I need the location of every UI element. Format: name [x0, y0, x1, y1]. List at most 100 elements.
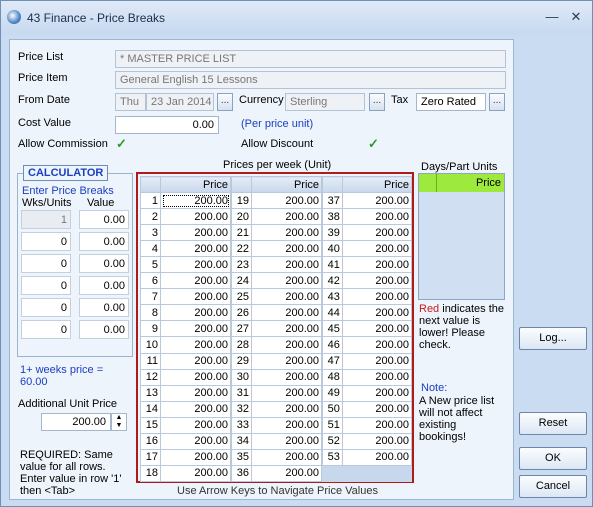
week-number: 13: [140, 384, 161, 402]
week-price-cell[interactable]: 200.00: [341, 224, 413, 242]
week-price-cell[interactable]: 200.00: [160, 400, 231, 418]
grid-row: 2 200.00: [140, 208, 231, 226]
week-price-cell[interactable]: 200.00: [160, 288, 231, 306]
additional-unit-price-label: Additional Unit Price: [18, 398, 118, 410]
week-price-cell[interactable]: 200.00: [341, 272, 413, 290]
week-price-cell[interactable]: 200.00: [160, 224, 231, 242]
minimize-icon[interactable]: —: [543, 9, 561, 25]
week-number: 52: [322, 432, 343, 450]
week-price-cell[interactable]: 200.00: [160, 208, 231, 226]
week-price-cell[interactable]: 200.00: [160, 432, 231, 450]
week-price-cell[interactable]: 200.00: [341, 352, 413, 370]
cancel-button[interactable]: Cancel: [519, 475, 587, 498]
week-price-cell[interactable]: 200.00: [341, 384, 413, 402]
week-price-cell[interactable]: 200.00: [251, 208, 322, 226]
week-price-cell[interactable]: 200.00: [341, 192, 413, 210]
cost-value-field[interactable]: 0.00: [115, 116, 219, 134]
week-price-cell[interactable]: 200.00: [251, 352, 322, 370]
from-date-label: From Date: [18, 94, 70, 106]
week-price-cell[interactable]: 200.00: [160, 240, 231, 258]
week-price-cell[interactable]: 200.00: [251, 448, 322, 466]
week-price-cell[interactable]: 200.00: [160, 384, 231, 402]
week-price-cell[interactable]: 200.00: [251, 240, 322, 258]
grid-row: 47 200.00: [322, 352, 413, 370]
week-price-cell[interactable]: 200.00: [251, 256, 322, 274]
week-price-cell[interactable]: 200.00: [251, 320, 322, 338]
calculator-value-cell[interactable]: 0.00: [79, 320, 129, 339]
week-price-cell[interactable]: 200.00: [251, 272, 322, 290]
week-price-cell[interactable]: 200.00: [251, 192, 322, 210]
week-price-cell[interactable]: 200.00: [160, 368, 231, 386]
grid-navigation-hint: Use Arrow Keys to Navigate Price Values: [177, 485, 378, 497]
calculator-value-cell[interactable]: 0.00: [79, 232, 129, 251]
grid-row: 32 200.00: [231, 400, 322, 418]
grid-row: 42 200.00: [322, 272, 413, 290]
week-price-cell[interactable]: 200.00: [160, 352, 231, 370]
week-price-cell[interactable]: 200.00: [341, 240, 413, 258]
week-price-cell[interactable]: 200.00: [341, 400, 413, 418]
week-price-cell[interactable]: 200.00: [341, 416, 413, 434]
allow-discount-checkbox[interactable]: ✓: [368, 137, 381, 151]
week-price-cell[interactable]: 200.00: [341, 256, 413, 274]
calculator-weeks-cell[interactable]: 0: [21, 254, 71, 273]
calculator-weeks-cell[interactable]: 0: [21, 232, 71, 251]
week-price-cell[interactable]: 200.00: [341, 448, 413, 466]
week-price-cell[interactable]: 200.00: [160, 336, 231, 354]
from-date-field[interactable]: 23 Jan 2014: [146, 93, 214, 111]
week-price-cell[interactable]: 200.00: [251, 368, 322, 386]
week-price-cell[interactable]: 200.00: [160, 192, 231, 210]
additional-unit-price-field[interactable]: 200.00: [41, 413, 111, 431]
week-price-cell[interactable]: 200.00: [251, 304, 322, 322]
grid-row: 25 200.00: [231, 288, 322, 306]
price-breaks-window: 43 Finance - Price Breaks — ✕ Price List…: [0, 0, 593, 507]
week-price-cell[interactable]: 200.00: [160, 304, 231, 322]
log-button[interactable]: Log...: [519, 327, 587, 350]
week-price-cell[interactable]: 200.00: [160, 448, 231, 466]
week-price-cell[interactable]: 200.00: [160, 464, 231, 482]
reset-button[interactable]: Reset: [519, 412, 587, 435]
week-price-cell[interactable]: 200.00: [160, 416, 231, 434]
week-price-cell[interactable]: 200.00: [251, 432, 322, 450]
week-price-cell[interactable]: 200.00: [160, 272, 231, 290]
week-price-cell[interactable]: 200.00: [341, 304, 413, 322]
calculator-weeks-cell[interactable]: 0: [21, 276, 71, 295]
calculator-weeks-cell[interactable]: 1: [21, 210, 71, 229]
week-price-cell[interactable]: 200.00: [160, 320, 231, 338]
week-number: 48: [322, 368, 343, 386]
currency-picker-button[interactable]: ...: [369, 93, 385, 111]
empty-cell: [322, 464, 343, 482]
calculator-value-cell[interactable]: 0.00: [79, 210, 129, 229]
calculator-value-cell[interactable]: 0.00: [79, 254, 129, 273]
additional-unit-price-spinner[interactable]: ▲ ▼: [111, 413, 127, 431]
week-price-cell[interactable]: 200.00: [341, 288, 413, 306]
calculator-weeks-cell[interactable]: 0: [21, 298, 71, 317]
tax-picker-button[interactable]: ...: [489, 93, 505, 111]
week-price-cell[interactable]: 200.00: [251, 384, 322, 402]
from-date-picker-button[interactable]: ...: [217, 93, 233, 111]
close-icon[interactable]: ✕: [567, 9, 585, 25]
week-price-cell[interactable]: 200.00: [251, 224, 322, 242]
week-price-cell[interactable]: 200.00: [341, 368, 413, 386]
tax-field[interactable]: Zero Rated: [416, 93, 486, 111]
week-price-cell[interactable]: 200.00: [251, 400, 322, 418]
week-price-cell[interactable]: 200.00: [341, 208, 413, 226]
grid-row: 48 200.00: [322, 368, 413, 386]
week-number: 39: [322, 224, 343, 242]
prices-table-col1: Price 1 200.00 2 200.00 3 200.00 4 200.00 5 200.00…: [140, 175, 231, 482]
week-price-cell[interactable]: 200.00: [341, 320, 413, 338]
calculator-weeks-cell[interactable]: 0: [21, 320, 71, 339]
red-indicator-note: Red indicates the next value is lower! P…: [419, 303, 509, 351]
week-price-cell[interactable]: 200.00: [251, 336, 322, 354]
ok-button[interactable]: OK: [519, 447, 587, 470]
week-price-cell[interactable]: 200.00: [251, 464, 322, 482]
week-price-cell[interactable]: 200.00: [251, 288, 322, 306]
days-part-units-grid[interactable]: Price: [418, 173, 505, 300]
week-price-cell[interactable]: 200.00: [341, 336, 413, 354]
week-price-cell[interactable]: 200.00: [251, 416, 322, 434]
grid-row: 24 200.00: [231, 272, 322, 290]
calculator-value-cell[interactable]: 0.00: [79, 276, 129, 295]
calculator-value-cell[interactable]: 0.00: [79, 298, 129, 317]
week-price-cell[interactable]: 200.00: [341, 432, 413, 450]
allow-commission-checkbox[interactable]: ✓: [116, 137, 129, 151]
week-price-cell[interactable]: 200.00: [160, 256, 231, 274]
